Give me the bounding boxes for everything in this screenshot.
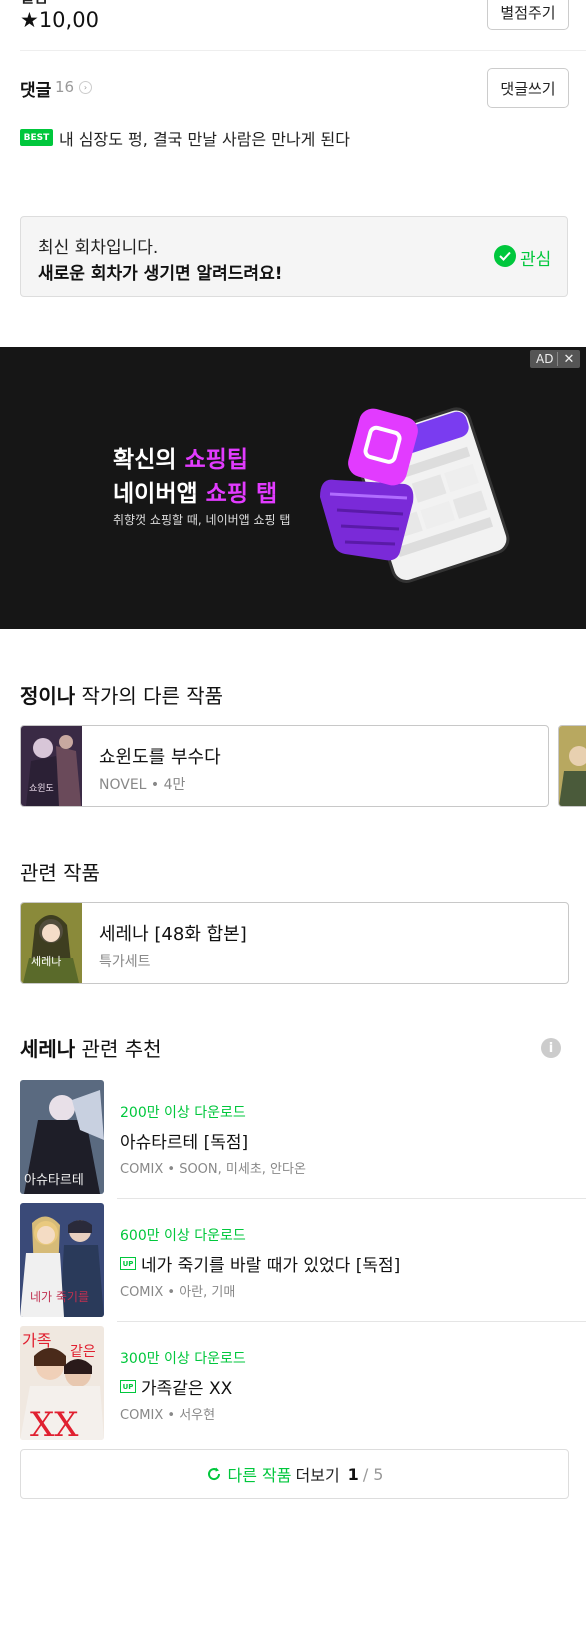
recommend-title: 세레나 관련 추천 bbox=[20, 1037, 162, 1061]
comments-title[interactable]: 댓글 bbox=[20, 76, 51, 101]
recommend-item[interactable]: 네가 죽기를 600만 이상 다운로드 UP 네가 죽기를 바랄 때가 있었다 [… bbox=[20, 1203, 586, 1317]
ad-badge[interactable]: AD ✕ bbox=[530, 350, 580, 368]
svg-text:XX: XX bbox=[30, 1405, 79, 1440]
more-works-button[interactable]: 다른 작품 더보기 1 / 5 bbox=[20, 1449, 569, 1499]
latest-episode-notice: 최신 회차입니다. 새로운 회차가 생기면 알려드려요! 관심 bbox=[20, 216, 568, 297]
recommend-meta: COMIX • SOON, 미세초, 안다온 bbox=[120, 1162, 306, 1177]
svg-text:네가 죽기를: 네가 죽기를 bbox=[30, 1290, 89, 1304]
notice-line1: 최신 회차입니다. bbox=[38, 238, 159, 258]
recommend-title-text: UP 가족같은 XX bbox=[120, 1374, 232, 1399]
work-title: 세레나 [48화 합본] bbox=[99, 924, 247, 945]
ad-subtitle: 취향껏 쇼핑할 때, 네이버앱 쇼핑 탭 bbox=[113, 513, 291, 527]
book-cover-image: 아슈타르테 bbox=[20, 1080, 104, 1194]
comments-count[interactable]: 16 bbox=[55, 78, 74, 96]
author-work-card-peek[interactable] bbox=[558, 725, 586, 807]
info-icon[interactable]: i bbox=[541, 1038, 561, 1058]
work-meta: NOVEL • 4만 bbox=[99, 777, 186, 793]
up-badge: UP bbox=[120, 1380, 136, 1393]
rating-value: ★10,00 bbox=[20, 8, 99, 32]
rate-button[interactable]: 별점주기 bbox=[487, 0, 569, 30]
recommend-item[interactable]: 가족 같은 XX 300만 이상 다운로드 UP 가족같은 XX COMIX • … bbox=[20, 1326, 586, 1440]
close-icon[interactable]: ✕ bbox=[558, 352, 574, 367]
recommend-title-text: 아슈타르테 [독점] bbox=[120, 1133, 249, 1153]
page-total: / 5 bbox=[362, 1464, 384, 1484]
rating-label: 별점 bbox=[20, 0, 50, 4]
ad-headline-2: 네이버앱 쇼핑 탭 bbox=[113, 481, 278, 507]
download-count: 600만 이상 다운로드 bbox=[120, 1228, 246, 1244]
author-work-card[interactable]: 쇼윈도 쇼윈도를 부수다 NOVEL • 4만 bbox=[20, 725, 549, 807]
book-cover-image: 네가 죽기를 bbox=[20, 1203, 104, 1317]
svg-text:아슈타르테: 아슈타르테 bbox=[24, 1173, 84, 1188]
related-works-title: 관련 작품 bbox=[20, 861, 100, 885]
shopping-basket-illustration bbox=[320, 407, 510, 583]
chevron-right-icon[interactable]: › bbox=[79, 81, 92, 94]
svg-text:세레나: 세레나 bbox=[31, 955, 61, 968]
work-title: 쇼윈도를 부수다 bbox=[99, 747, 221, 768]
ad-banner[interactable]: AD ✕ 확신의 쇼핑팁 네이버앱 쇼핑 탭 취향껏 쇼핑할 때, 네이버앱 쇼… bbox=[0, 347, 586, 629]
page-current: 1 bbox=[347, 1464, 359, 1484]
recommend-meta: COMIX • 아란, 기매 bbox=[120, 1285, 236, 1300]
book-cover-image: 가족 같은 XX bbox=[20, 1326, 104, 1440]
best-comment-text[interactable]: 내 심장도 펑, 결국 만날 사람은 만나게 된다 bbox=[59, 126, 350, 150]
check-icon[interactable] bbox=[494, 245, 516, 267]
refresh-icon bbox=[207, 1467, 220, 1481]
book-cover-image: 쇼윈도 bbox=[21, 726, 82, 806]
download-count: 200만 이상 다운로드 bbox=[120, 1105, 246, 1121]
best-badge: BEST bbox=[20, 129, 53, 146]
svg-text:가족: 가족 bbox=[22, 1331, 51, 1350]
related-work-card[interactable]: 세레나 세레나 [48화 합본] 특가세트 bbox=[20, 902, 569, 984]
notice-line2: 새로운 회차가 생기면 알려드려요! bbox=[38, 264, 283, 284]
book-cover-image: 세레나 bbox=[21, 903, 82, 983]
divider bbox=[117, 1198, 586, 1199]
divider bbox=[20, 50, 586, 51]
ad-label: AD bbox=[530, 352, 559, 366]
svg-text:쇼윈도: 쇼윈도 bbox=[29, 783, 54, 794]
recommend-item[interactable]: 아슈타르테 200만 이상 다운로드 아슈타르테 [독점] COMIX • SO… bbox=[20, 1080, 586, 1194]
more-label-green: 다른 작품 bbox=[227, 1466, 292, 1485]
recommend-meta: COMIX • 서우현 bbox=[120, 1408, 216, 1423]
work-meta: 특가세트 bbox=[99, 954, 151, 970]
up-badge: UP bbox=[120, 1257, 136, 1270]
recommend-title-text: UP 네가 죽기를 바랄 때가 있었다 [독점] bbox=[120, 1251, 400, 1276]
page-root: 별점 ★10,00 별점주기 댓글 16 › 댓글쓰기 BEST 내 심장도 펑… bbox=[0, 0, 586, 1649]
author-works-title: 정이나 작가의 다른 작품 bbox=[20, 684, 224, 708]
ad-headline-1: 확신의 쇼핑팁 bbox=[113, 447, 248, 473]
divider bbox=[117, 1321, 586, 1322]
book-cover-image bbox=[559, 726, 586, 806]
svg-text:같은: 같은 bbox=[70, 1344, 96, 1360]
more-label: 더보기 bbox=[295, 1466, 340, 1485]
interest-button[interactable]: 관심 bbox=[520, 245, 551, 270]
download-count: 300만 이상 다운로드 bbox=[120, 1351, 246, 1367]
write-comment-button[interactable]: 댓글쓰기 bbox=[487, 68, 569, 108]
